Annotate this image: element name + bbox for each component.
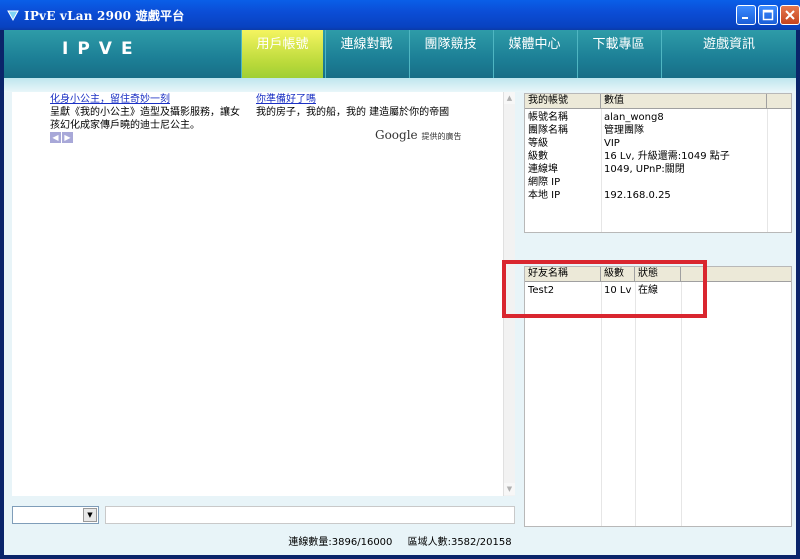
minimize-icon [742,17,748,19]
account-value: 1049, UPnP:關閉 [604,164,685,175]
chat-channel-select[interactable]: ▼ [12,506,99,524]
ad-title-link[interactable]: 你準備好了嗎 [256,93,456,106]
title-bar[interactable]: IPvE vLan 2900 遊戲平台 [0,0,800,30]
status-bar: 連線數量:3896/16000 區域人數:3582/20158 [4,530,796,555]
col-header[interactable]: 我的帳號 [525,94,601,108]
maximize-button[interactable] [758,5,778,25]
account-field: 帳號名稱 [528,112,568,123]
account-field: 本地 IP [528,190,561,201]
chevron-down-icon[interactable]: ▼ [83,508,97,522]
main-nav: IPVE 用戶帳號 連線對戰 團隊競技 媒體中心 下載專區 遊戲資訊 [4,30,796,78]
maximize-icon [762,9,774,21]
account-table: 我的帳號 數值 帳號名稱 alan_wong8 團隊名稱 管理團隊 等級 VIP 級數… [524,93,792,233]
content-area: 化身小公主，留住奇妙一刻 呈獻《我的小公主》造型及攝影服務，讓女孩幻化成家傳戶曉… [4,92,796,555]
account-field: 團隊名稱 [528,125,568,136]
table-row[interactable]: 團隊名稱 管理團隊 [525,124,791,137]
tab-downloads[interactable]: 下載專區 [577,30,659,78]
tab-label: 用戶帳號 [256,37,309,52]
account-value: 16 Lv, 升級還需:1049 點子 [604,151,730,162]
ad-title-link[interactable]: 化身小公主，留住奇妙一刻 [50,93,245,106]
ad-body: 我的房子，我的船，我的 建造屬於你的帝國 [256,107,450,118]
tab-label: 連線對戰 [340,37,393,52]
account-value: alan_wong8 [604,112,664,123]
tab-online-battle[interactable]: 連線對戰 [325,30,407,78]
ad-body: 呈獻《我的小公主》造型及攝影服務，讓女孩幻化成家傳戶曉的迪士尼公主。 [50,107,240,131]
client-area: IPVE 用戶帳號 連線對戰 團隊競技 媒體中心 下載專區 遊戲資訊 化身小公主… [4,30,796,555]
prev-ad-button[interactable]: ◀ [50,132,61,143]
window-title: IPvE vLan 2900 遊戲平台 [24,9,185,23]
tab-label: 下載專區 [592,37,645,52]
connections-count: 連線數量:3896/16000 [288,537,393,548]
tab-media-center[interactable]: 媒體中心 [493,30,575,78]
logo-text: IPVE [62,40,142,56]
google-logo: Google [375,128,418,142]
tab-game-info[interactable]: 遊戲資訊 [661,30,796,78]
app-icon [7,10,19,22]
account-field: 級數 [528,151,548,162]
account-value: VIP [604,138,620,149]
tab-label: 媒體中心 [508,37,561,52]
scroll-up-arrow-icon[interactable]: ▲ [504,92,515,104]
table-row[interactable]: 級數 16 Lv, 升級還需:1049 點子 [525,150,791,163]
region-count: 區域人數:3582/20158 [407,537,512,548]
google-ads-label[interactable]: Google 提供的廣告 [375,128,461,142]
tab-user-account[interactable]: 用戶帳號 [241,30,323,78]
table-row[interactable]: 帳號名稱 alan_wong8 [525,111,791,124]
account-field: 等級 [528,138,548,149]
table-row[interactable]: 本地 IP 192.168.0.25 [525,189,791,202]
app-window: IPvE vLan 2900 遊戲平台 IPVE 用戶帳號 連線對戰 團隊競技 … [0,0,800,559]
chat-input[interactable] [105,506,515,524]
account-table-header: 我的帳號 數值 [525,94,791,109]
account-field: 連線埠 [528,164,558,175]
account-value: 192.168.0.25 [604,190,671,201]
ad-item: 你準備好了嗎 我的房子，我的船，我的 建造屬於你的帝國 [256,93,456,119]
table-row[interactable]: 連線埠 1049, UPnP:關閉 [525,163,791,176]
ads-note: 提供的廣告 [421,132,462,141]
table-row[interactable]: 網際 IP [525,176,791,189]
annotation-highlight-box [502,260,707,318]
col-header[interactable]: 數值 [601,94,767,108]
minimize-button[interactable] [736,5,756,25]
tab-team-competition[interactable]: 團隊競技 [409,30,491,78]
scroll-down-arrow-icon[interactable]: ▼ [504,483,515,495]
ad-panel: 化身小公主，留住奇妙一刻 呈獻《我的小公主》造型及攝影服務，讓女孩幻化成家傳戶曉… [12,92,515,496]
tab-label: 遊戲資訊 [702,37,755,52]
ad-item: 化身小公主，留住奇妙一刻 呈獻《我的小公主》造型及攝影服務，讓女孩幻化成家傳戶曉… [50,93,245,132]
table-row[interactable]: 等級 VIP [525,137,791,150]
account-value [601,176,604,189]
next-ad-button[interactable]: ▶ [62,132,73,143]
account-field: 網際 IP [528,177,561,188]
tab-label: 團隊競技 [424,37,477,52]
ad-nav: ◀ ▶ [50,132,74,143]
close-icon [785,10,795,20]
account-value: 管理團隊 [604,125,644,136]
close-button[interactable] [780,5,800,25]
nav-band [4,78,796,92]
ipve-logo: IPVE [62,40,142,56]
